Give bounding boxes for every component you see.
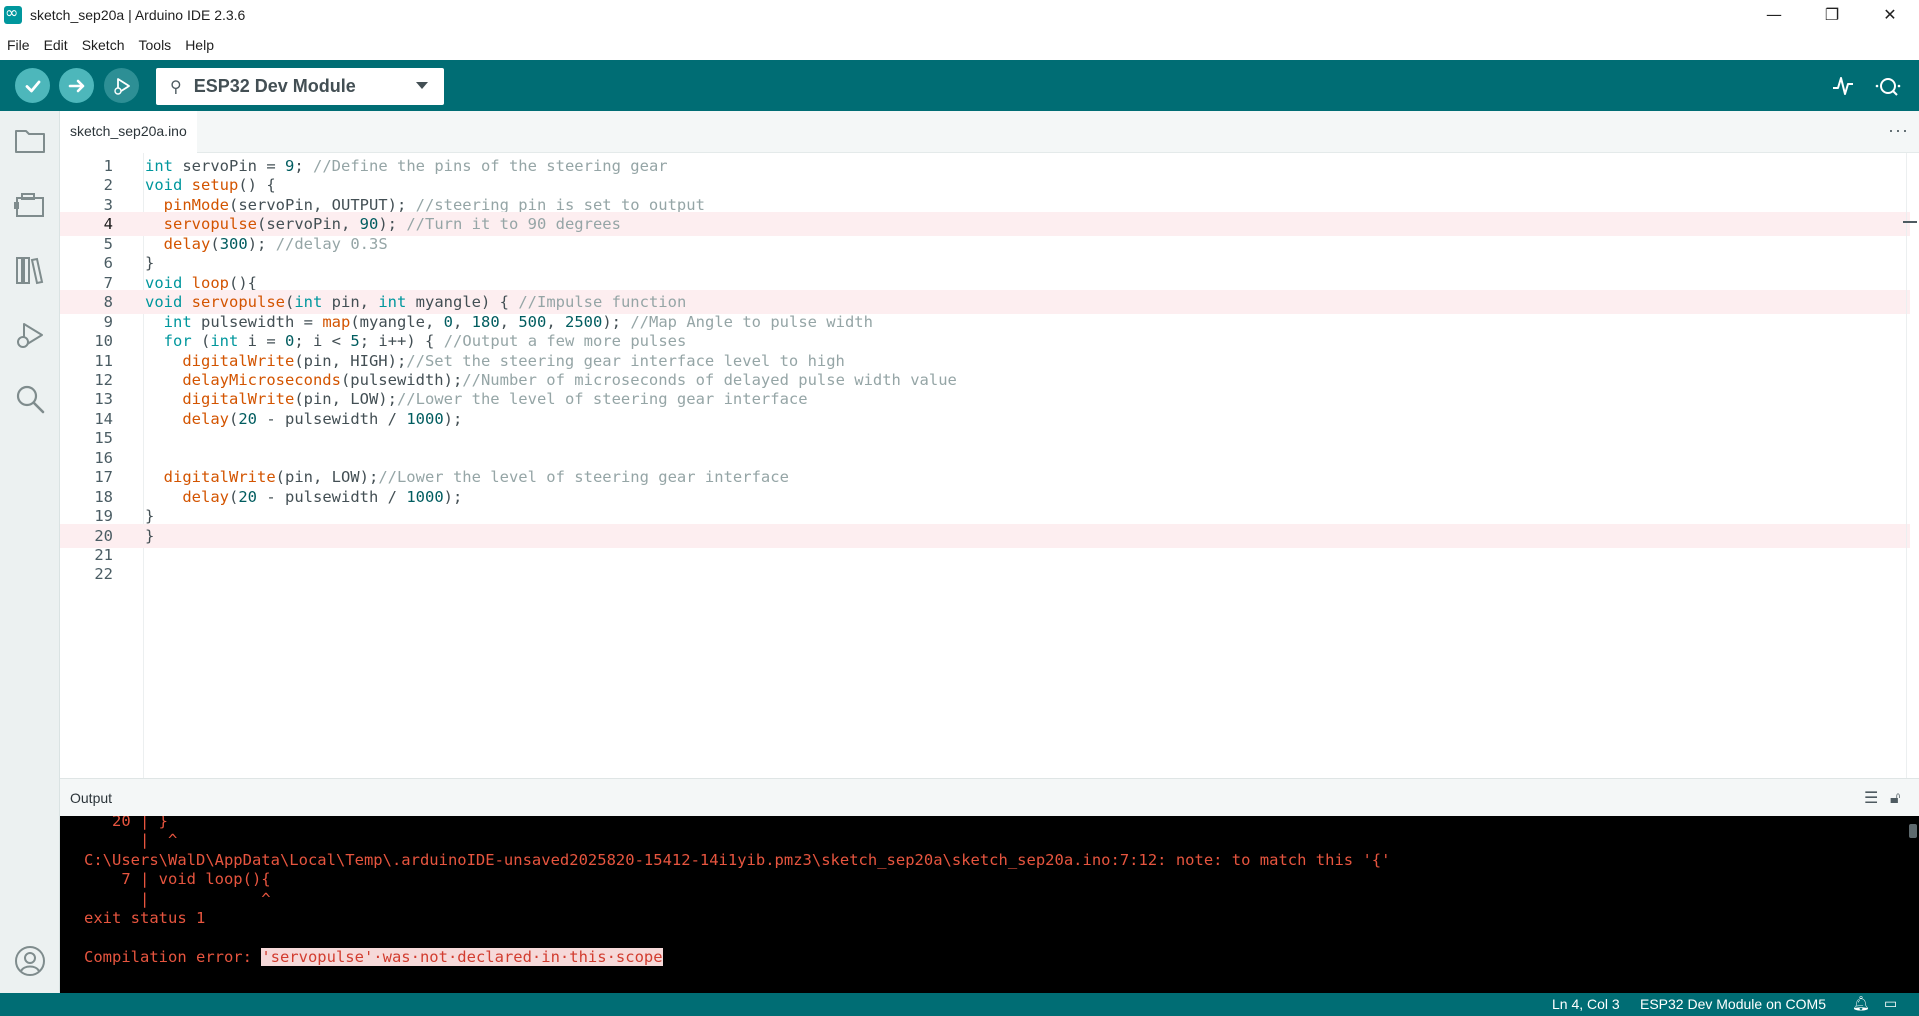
menu-help[interactable]: Help — [178, 37, 221, 53]
chevron-down-icon — [416, 82, 428, 89]
notification-bell-icon[interactable]: 🔔︎ — [1852, 996, 1870, 1012]
library-manager-button[interactable] — [12, 252, 48, 288]
code-editor[interactable]: 1 int servoPin = 9; //Define the pins of … — [60, 153, 1919, 778]
console-line: exit status 1 — [84, 909, 206, 927]
search-icon — [16, 385, 45, 414]
board-selector[interactable]: ⚲ ESP32 Dev Module — [156, 68, 444, 105]
title-bar: sketch_sep20a | Arduino IDE 2.3.6 — ❐ ✕ — [0, 0, 1919, 29]
check-icon — [25, 80, 40, 92]
output-console[interactable]: 20 | } | ^ C:\Users\WalD\AppData\Local\Te… — [60, 816, 1919, 993]
console-line: Compilation error: 'servopulse'·was·not·… — [84, 947, 663, 966]
menu-bar: File Edit Sketch Tools Help — [0, 29, 1919, 60]
arduino-logo-icon — [4, 3, 22, 24]
tab-sketch-file[interactable]: sketch_sep20a.ino — [60, 111, 197, 153]
output-panel-header: Output ☰ 🔓︎ — [60, 778, 1919, 816]
activity-sidebar — [0, 111, 60, 993]
upload-button[interactable] — [59, 68, 94, 103]
window-title: sketch_sep20a | Arduino IDE 2.3.6 — [30, 6, 246, 23]
arrow-right-icon — [68, 79, 84, 92]
board-port-status[interactable]: ESP32 Dev Module on COM5 — [1640, 996, 1826, 1012]
sketchbook-button[interactable] — [12, 123, 48, 159]
minimize-button[interactable]: — — [1745, 0, 1803, 29]
library-icon — [16, 257, 44, 285]
output-title: Output — [70, 790, 113, 806]
menu-file[interactable]: File — [0, 37, 37, 53]
menu-sketch[interactable]: Sketch — [75, 37, 132, 53]
toolbar: ⚲ ESP32 Dev Module — [0, 60, 1919, 111]
search-button[interactable] — [12, 381, 48, 417]
scrollbar-cursor-marker — [1903, 221, 1917, 223]
serial-monitor-button[interactable] — [1874, 72, 1902, 100]
usb-icon: ⚲ — [170, 77, 182, 96]
debug-icon — [113, 77, 130, 95]
board-icon — [14, 193, 44, 217]
window-controls: — ❐ ✕ — [1745, 0, 1919, 29]
debug-button[interactable] — [104, 68, 139, 103]
close-button[interactable]: ✕ — [1861, 0, 1919, 29]
magnifier-dots-icon — [1875, 78, 1901, 96]
cursor-position[interactable]: Ln 4, Col 3 — [1552, 996, 1620, 1012]
scroll-lock-icon[interactable]: 🔓︎ — [1890, 788, 1900, 808]
more-tabs-button[interactable]: ··· — [1888, 120, 1909, 141]
status-bar: Ln 4, Col 3 ESP32 Dev Module on COM5 🔔︎ … — [0, 993, 1919, 1016]
board-label: ESP32 Dev Module — [193, 76, 356, 96]
debug-panel-button[interactable] — [12, 317, 48, 353]
menu-tools[interactable]: Tools — [132, 37, 179, 53]
toggle-panel-icon[interactable]: ▭ — [1884, 996, 1897, 1012]
console-line: C:\Users\WalD\AppData\Local\Temp\.arduin… — [84, 850, 1391, 869]
pulse-icon — [1833, 77, 1853, 95]
editor-tabs: sketch_sep20a.ino ··· — [60, 111, 1919, 153]
verify-button[interactable] — [15, 68, 50, 103]
serial-plotter-button[interactable] — [1829, 72, 1857, 100]
account-button[interactable] — [12, 943, 48, 979]
code-line[interactable]: 22 — [60, 562, 1910, 586]
folder-icon — [15, 130, 45, 153]
boards-manager-button[interactable] — [12, 188, 48, 224]
account-icon — [15, 946, 45, 976]
clear-output-icon[interactable]: ☰ — [1864, 788, 1878, 807]
debug-icon — [17, 323, 43, 348]
console-scrollbar[interactable] — [1909, 824, 1917, 838]
editor-scrollbar[interactable] — [1906, 153, 1907, 778]
error-message-highlight: 'servopulse'·was·not·declared·in·this·sc… — [261, 947, 663, 966]
line-number: 22 — [94, 565, 113, 584]
restore-button[interactable]: ❐ — [1803, 0, 1861, 29]
menu-edit[interactable]: Edit — [37, 37, 75, 53]
